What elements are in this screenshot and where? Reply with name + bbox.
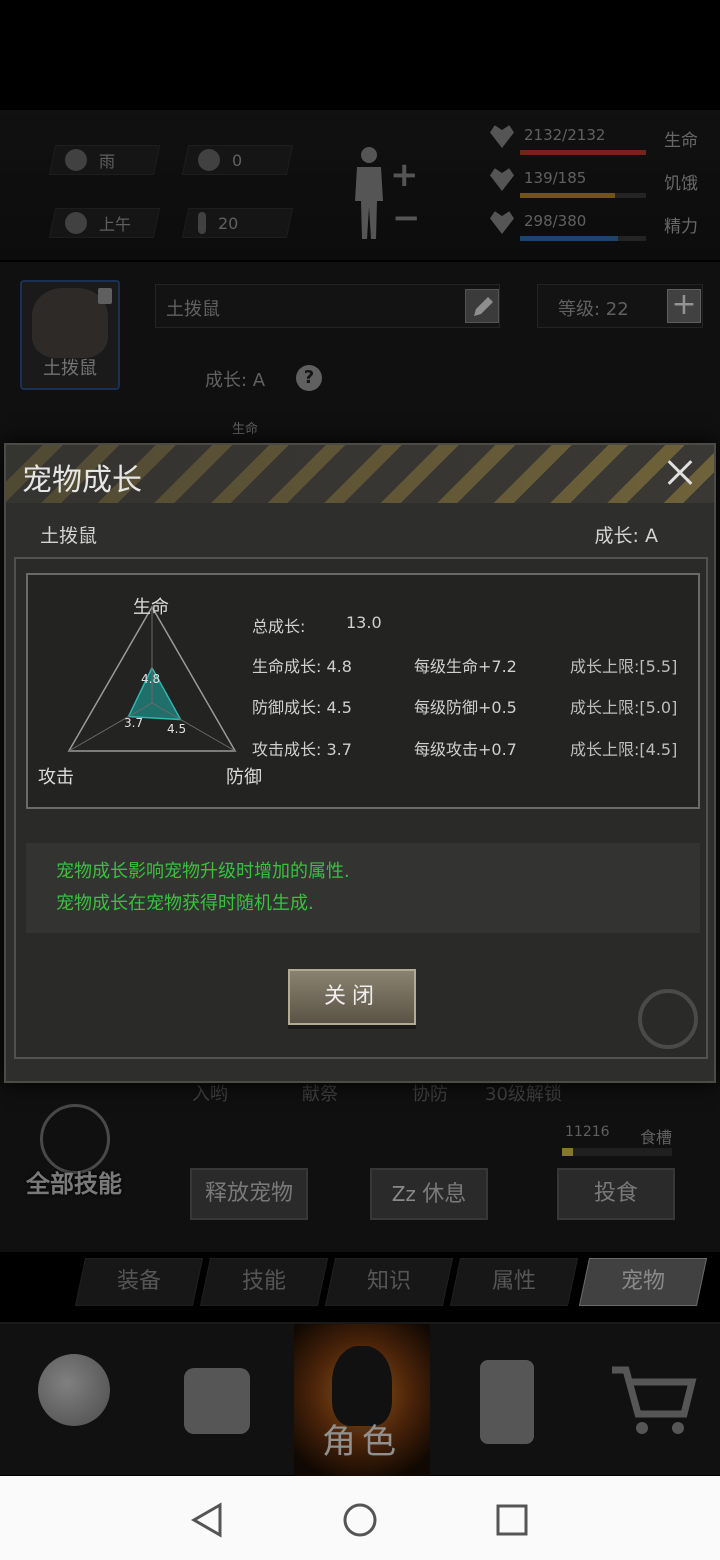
axis-label-defense: 防御 xyxy=(226,767,262,788)
defense-cap: 成长上限:[5.0] xyxy=(570,698,678,717)
value-label-attack: 3.7 xyxy=(124,716,143,730)
value-label-defense: 4.5 xyxy=(167,722,186,736)
growth-stats-panel: 生命 防御 攻击 4.8 4.5 3.7 总成长: 13.0 生命成长: 4.8… xyxy=(26,573,700,809)
value-label-life: 4.8 xyxy=(141,672,160,686)
attack-cap: 成长上限:[4.5] xyxy=(570,740,678,759)
dialog-title: 宠物成长 xyxy=(22,463,142,498)
life-per-level: 每级生命+7.2 xyxy=(414,657,517,676)
info-line-2: 宠物成长在宠物获得时随机生成. xyxy=(56,893,314,914)
total-growth-value: 13.0 xyxy=(346,613,382,632)
axis-label-attack: 攻击 xyxy=(38,767,74,788)
growth-radar-chart: 生命 防御 攻击 4.8 4.5 3.7 xyxy=(38,597,262,788)
pet-name: 土拨鼠 xyxy=(40,525,98,547)
attack-growth: 攻击成长: 3.7 xyxy=(252,740,352,759)
pet-grade: 成长: A xyxy=(594,525,658,547)
system-nav-bar xyxy=(0,1476,720,1560)
axis-label-life: 生命 xyxy=(133,597,169,618)
close-button[interactable]: 关闭 xyxy=(288,969,416,1025)
info-panel: 宠物成长影响宠物升级时增加的属性. 宠物成长在宠物获得时随机生成. xyxy=(26,843,700,933)
defense-growth: 防御成长: 4.5 xyxy=(252,698,352,717)
close-icon[interactable] xyxy=(660,453,700,493)
radiation-logo-icon xyxy=(638,989,698,1049)
home-icon[interactable] xyxy=(342,1502,378,1538)
pet-growth-dialog: 宠物成长 土拨鼠 成长: A 生命 防御 攻击 4.8 4.5 3.7 总成长:… xyxy=(4,443,716,1083)
back-icon[interactable] xyxy=(190,1502,224,1538)
attack-per-level: 每级攻击+0.7 xyxy=(414,740,517,759)
recents-icon[interactable] xyxy=(496,1504,528,1536)
life-cap: 成长上限:[5.5] xyxy=(570,657,678,676)
radar-axis-right xyxy=(151,702,236,752)
total-growth-label: 总成长: xyxy=(252,617,306,636)
dialog-content: 生命 防御 攻击 4.8 4.5 3.7 总成长: 13.0 生命成长: 4.8… xyxy=(14,557,708,1059)
info-line-1: 宠物成长影响宠物升级时增加的属性. xyxy=(56,861,350,882)
life-growth: 生命成长: 4.8 xyxy=(252,657,352,676)
defense-per-level: 每级防御+0.5 xyxy=(414,698,517,717)
dialog-header: 宠物成长 xyxy=(6,445,714,503)
